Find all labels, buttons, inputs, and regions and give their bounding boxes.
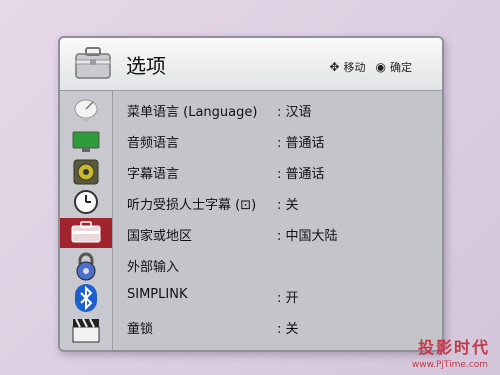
- sidebar-item-audio[interactable]: [66, 157, 106, 187]
- row-value: : 关: [277, 198, 299, 213]
- row-label: 音频语言: [127, 136, 180, 151]
- row-label: 国家或地区: [127, 229, 193, 244]
- options-icon: [71, 221, 101, 243]
- sidebar-item-lock[interactable]: [66, 251, 106, 281]
- lock-icon: [76, 252, 96, 281]
- row-value: : 关: [277, 322, 299, 337]
- monitor-icon: [72, 131, 100, 152]
- watermark-brand: 投影时代: [417, 338, 490, 357]
- sidebar-item-media[interactable]: [66, 315, 106, 345]
- control-hints: ✥ 移动 ◉ 确定: [329, 59, 412, 75]
- clock-icon: [74, 190, 98, 214]
- row-value: : 普通话: [277, 167, 325, 182]
- row-label: 菜单语言 (Language): [127, 105, 258, 120]
- ok-hint: 确定: [390, 61, 412, 74]
- sidebar-item-picture[interactable]: [66, 127, 106, 157]
- sidebar-item-options[interactable]: [60, 218, 112, 248]
- row-value: : 中国大陆: [277, 229, 338, 244]
- watermark-url: www.PjTime.com: [411, 360, 488, 370]
- watermark: 投影时代 www.PjTime.com: [364, 331, 494, 371]
- options-list: 菜单语言 (Language) : 汉语 音频语言 : 普通话 字幕语言 : 普…: [113, 91, 442, 350]
- menu-title: 选项: [126, 54, 166, 78]
- move-hint: 移动: [343, 61, 366, 74]
- row-label: 童锁: [127, 322, 154, 337]
- toolbox-icon: [75, 47, 111, 79]
- row-label: SIMPLINK: [127, 287, 188, 302]
- category-sidebar: [60, 91, 113, 350]
- speaker-icon: [73, 159, 99, 185]
- satellite-dish-icon: [74, 99, 98, 121]
- sidebar-item-time[interactable]: [66, 187, 106, 217]
- row-value: : 开: [277, 291, 299, 306]
- row-value: : 普通话: [277, 136, 325, 151]
- bluetooth-icon: [75, 284, 97, 312]
- row-label: 外部输入: [127, 260, 180, 275]
- row-label: 听力受损人士字幕 (⊡): [127, 198, 257, 213]
- menu-header: 选项 ✥ 移动 ◉ 确定: [60, 38, 442, 91]
- clapperboard-icon: [72, 318, 100, 343]
- sidebar-item-channel[interactable]: [66, 95, 106, 125]
- options-menu-panel: 选项 ✥ 移动 ◉ 确定 菜单语言 (Language): 汉语 音频语言:…: [58, 36, 444, 352]
- dpad-icon: ✥: [329, 60, 340, 74]
- row-value: : 汉语: [277, 105, 312, 120]
- sidebar-item-bluetooth[interactable]: [66, 283, 106, 313]
- row-label: 字幕语言: [127, 167, 180, 182]
- ok-button-icon: ◉: [375, 60, 386, 74]
